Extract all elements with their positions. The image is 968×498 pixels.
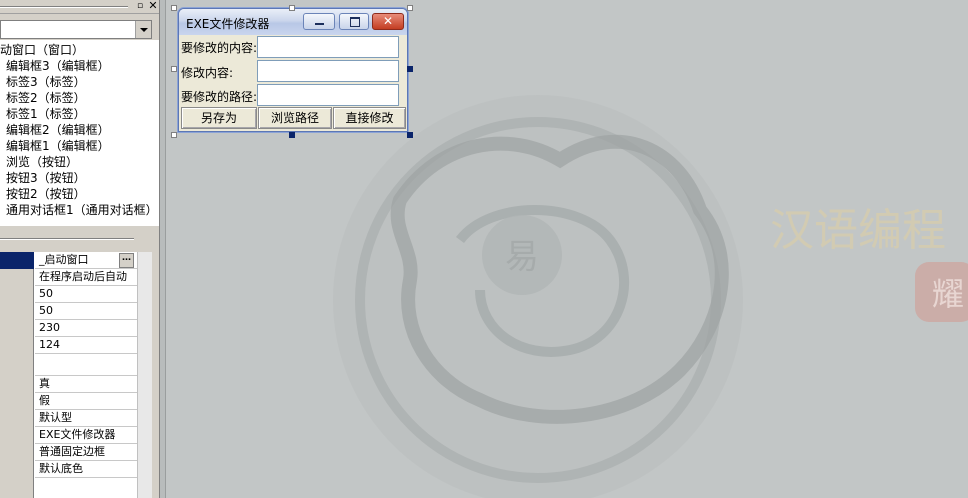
save-as-button[interactable]: 另存为: [181, 107, 257, 129]
object-selector-dropdown[interactable]: [0, 20, 152, 39]
panel-restore-icon[interactable]: ▫: [134, 1, 146, 12]
panel-title-bar: ▫ ✕: [0, 0, 159, 14]
property-value[interactable]: 124: [35, 337, 137, 354]
designed-form-window[interactable]: EXE文件修改器 ✕ 要修改的内容: 修改内容: 要修改的路径: 另存为 浏览路…: [178, 8, 408, 132]
property-value[interactable]: EXE文件修改器: [35, 427, 137, 444]
splitter-grip[interactable]: [0, 238, 134, 240]
watermark-brand-text: 汉语编程: [770, 205, 946, 256]
property-value[interactable]: 在程序启动后自动: [35, 269, 137, 286]
tree-item-label1[interactable]: 标签1（标签）: [6, 106, 86, 122]
close-icon[interactable]: ✕: [372, 13, 404, 30]
panel-splitter[interactable]: [0, 226, 159, 252]
property-value[interactable]: 假: [35, 393, 137, 410]
property-value[interactable]: 50: [35, 303, 137, 320]
property-scrollbar[interactable]: [137, 252, 152, 498]
property-grid: _启动窗口 … 在程序启动后自动 50 50 230 124 真 假 默认型 E…: [0, 252, 152, 498]
property-value[interactable]: 230: [35, 320, 137, 337]
tree-item-label2[interactable]: 标签2（标签）: [6, 90, 86, 106]
tree-item-editbox1[interactable]: 编辑框1（编辑框）: [6, 138, 110, 154]
maximize-icon[interactable]: [339, 13, 369, 30]
form-title: EXE文件修改器: [186, 17, 270, 31]
ellipsis-button[interactable]: …: [119, 253, 134, 268]
chevron-down-icon[interactable]: [135, 21, 151, 38]
resize-handle-top-left[interactable]: [171, 5, 177, 11]
resize-handle-top-right[interactable]: [407, 5, 413, 11]
resize-handle-top[interactable]: [289, 5, 295, 11]
property-value[interactable]: 真: [35, 376, 137, 393]
tree-item-button2[interactable]: 按钮2（按钮）: [6, 186, 86, 202]
label-file-path: 要修改的路径:: [181, 90, 258, 104]
selected-property-name[interactable]: [0, 252, 34, 269]
minimize-icon[interactable]: [303, 13, 335, 30]
modify-directly-button[interactable]: 直接修改: [333, 107, 406, 129]
file-path-input[interactable]: [257, 84, 399, 106]
new-content-input[interactable]: [257, 60, 399, 82]
resize-handle-bottom-left[interactable]: [171, 132, 177, 138]
panel-grip[interactable]: [0, 6, 128, 8]
property-value[interactable]: [35, 354, 137, 376]
form-title-bar[interactable]: EXE文件修改器 ✕: [179, 9, 407, 35]
tree-item-startup-window[interactable]: 启动窗口（窗口）: [0, 42, 84, 58]
panel-close-icon[interactable]: ✕: [147, 0, 159, 12]
resize-handle-bottom-right[interactable]: [407, 132, 413, 138]
resize-handle-right[interactable]: [407, 66, 413, 72]
property-value[interactable]: 默认底色: [35, 461, 137, 478]
tree-item-label3[interactable]: 标签3（标签）: [6, 74, 86, 90]
property-name-column: [0, 252, 34, 498]
tree-item-editbox3[interactable]: 编辑框3（编辑框）: [6, 58, 110, 74]
label-new-content: 修改内容:: [181, 66, 234, 80]
resize-handle-left[interactable]: [171, 66, 177, 72]
tree-item-editbox2[interactable]: 编辑框2（编辑框）: [6, 122, 110, 138]
seal-text: 耀: [932, 275, 964, 313]
content-to-modify-input[interactable]: [257, 36, 399, 58]
property-value[interactable]: 50: [35, 286, 137, 303]
property-panel: ▫ ✕ 启动窗口（窗口） 编辑框3（编辑框） 标签3（标签） 标签2（标签） 标…: [0, 0, 160, 498]
property-value[interactable]: 普通固定边框: [35, 444, 137, 461]
watermark-center-char: 易: [505, 237, 539, 277]
browse-path-button[interactable]: 浏览路径: [258, 107, 332, 129]
component-tree: 启动窗口（窗口） 编辑框3（编辑框） 标签3（标签） 标签2（标签） 标签1（标…: [0, 40, 159, 226]
tree-item-common-dialog[interactable]: 通用对话框1（通用对话框）: [6, 202, 158, 218]
tree-item-browse-button[interactable]: 浏览（按钮）: [6, 154, 78, 170]
label-content-to-modify: 要修改的内容:: [181, 41, 258, 55]
tree-item-button3[interactable]: 按钮3（按钮）: [6, 170, 86, 186]
resize-handle-bottom[interactable]: [289, 132, 295, 138]
property-value[interactable]: 默认型: [35, 410, 137, 427]
